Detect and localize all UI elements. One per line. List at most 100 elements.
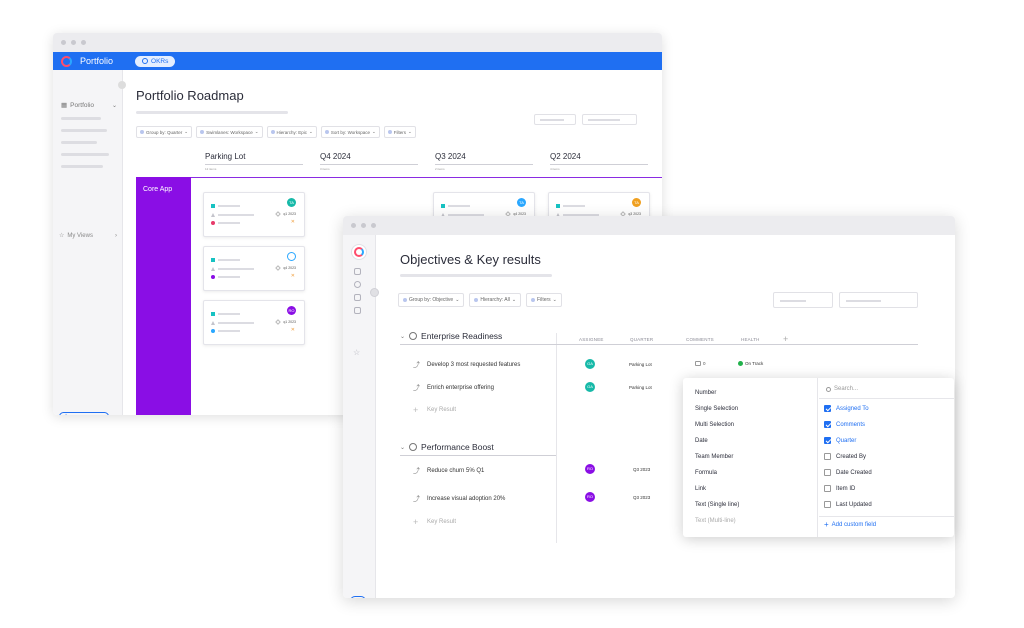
avatar[interactable]: GA [585,359,595,369]
sidebar-item[interactable] [61,129,107,132]
comments-cell[interactable]: 0 [695,361,706,366]
checkbox-checked-icon[interactable] [824,421,831,428]
field-type-option[interactable]: Date [695,438,708,444]
key-result-row[interactable]: ⤴ Develop 3 most requested features [413,360,520,370]
checkbox-icon[interactable] [824,501,831,508]
swimlane-icon [200,130,205,134]
checkbox-checked-icon[interactable] [824,437,831,444]
star-icon[interactable]: ☆ [353,348,360,357]
sidebar-portfolio-header[interactable]: ▦ Portfolio ⌄ [61,101,117,110]
group-by-filter[interactable]: Group by: Objective ⌄ [398,293,465,307]
quarter-cell[interactable]: Q3 2023 [633,495,650,500]
field-checkbox-option[interactable]: Quarter [824,437,856,444]
sort-by-filter[interactable]: Sort by: Workspace ⌄ [320,126,380,138]
sidebar-my-views[interactable]: ☆ My Views › [59,232,117,240]
column-header-health[interactable]: HEALTH [741,337,760,342]
sidebar-add-button[interactable]: + [59,412,109,415]
key-result-row[interactable]: ⤴ Enrich enterprise offering [413,383,494,393]
window-dot[interactable] [81,40,86,45]
toolbar-button[interactable] [839,292,918,308]
avatar[interactable]: GA [585,382,595,392]
window-dot[interactable] [61,40,66,45]
field-type-option[interactable]: Single Selection [695,406,738,412]
filters-button[interactable]: Filters ⌄ [526,293,562,307]
my-views-label: My Views [67,232,93,239]
target-icon[interactable] [354,281,361,288]
field-type-option[interactable]: Number [695,390,716,396]
field-checkbox-option[interactable]: Date Created [824,469,872,476]
checkbox-icon[interactable] [824,453,831,460]
sidebar-item[interactable] [61,165,103,168]
add-custom-field-button[interactable]: + Add custom field [824,520,876,529]
column-count: 3 items [320,167,330,171]
sidebar-collapse-button[interactable] [118,81,126,89]
hierarchy-filter[interactable]: Hierarchy: Epic ⌄ [266,126,317,138]
column-title: Q4 2024 [320,152,351,161]
objective-group-header[interactable]: ⌄ Enterprise Readiness [400,331,502,341]
field-checkbox-option[interactable]: Assigned To [824,405,869,412]
chevron-down-icon: ⌄ [400,444,406,451]
app-logo[interactable] [351,244,367,260]
health-cell[interactable]: On Track [738,361,763,366]
sidebar-collapse-button[interactable] [370,288,379,297]
add-key-result-button[interactable]: + Key Result [413,405,456,415]
quarter-cell[interactable]: Q3 2023 [633,467,650,472]
chart-icon[interactable] [354,307,361,314]
column-header-comments[interactable]: COMMENTS [686,337,714,342]
field-type-option[interactable]: Link [695,486,706,492]
sidebar-item[interactable] [61,141,97,144]
group-by-filter[interactable]: Group by: Quarter ⌄ [136,126,193,138]
plus-icon: + [413,517,419,527]
filters-button[interactable]: Filters ⌄ [383,126,416,138]
field-type-option[interactable]: Text (Multi-line) [695,518,736,524]
toolbar-button[interactable] [582,114,637,125]
hierarchy-filter[interactable]: Hierarchy: All ⌄ [469,293,522,307]
quarter-cell[interactable]: Parking Lot [629,385,652,390]
filter-label: Swimlanes: Workspace [206,129,253,135]
window-dot[interactable] [361,223,366,228]
sidebar-item[interactable] [61,117,101,120]
document-icon[interactable] [354,268,361,275]
swimlanes-filter[interactable]: Swimlanes: Workspace ⌄ [196,126,263,138]
okrs-button[interactable]: OKRs [135,55,176,67]
field-checkbox-option[interactable]: Item ID [824,485,855,492]
swimlane-label: Core App [136,177,191,415]
objective-title: Enterprise Readiness [421,331,503,341]
add-key-result-button[interactable]: + Key Result [413,517,456,527]
checkbox-icon[interactable] [824,469,831,476]
window-dot[interactable] [371,223,376,228]
field-checkbox-option[interactable]: Created By [824,453,866,460]
roadmap-card[interactable]: TA q1 2023 ✕ [203,192,305,237]
checkbox-icon[interactable] [824,485,831,492]
objective-group-header[interactable]: ⌄ Performance Boost [400,442,494,452]
window-dot[interactable] [71,40,76,45]
key-result-row[interactable]: ⤴ Reduce churn 5% Q1 [413,466,484,476]
column-header-quarter[interactable]: QUARTER [630,337,653,342]
add-column-button[interactable]: + [783,334,788,344]
sidebar-item[interactable] [61,153,109,156]
field-search-input[interactable]: Search... [826,386,858,392]
filter-label: Filters [393,129,407,135]
roadmap-card[interactable]: q4 2023 ✕ [203,246,305,291]
field-type-option[interactable]: Text (Single line) [695,502,739,508]
column-header-assignee[interactable]: ASSIGNEE [579,337,604,342]
field-type-option[interactable]: Formula [695,470,717,476]
list-icon[interactable] [354,294,361,301]
toolbar-button[interactable] [773,292,833,308]
plus-icon: + [824,520,829,529]
window-dot[interactable] [351,223,356,228]
window-chrome [343,216,955,235]
sidebar-add-button[interactable]: + [350,596,366,598]
field-checkbox-option[interactable]: Comments [824,421,865,428]
avatar[interactable]: RO [585,492,595,502]
field-checkbox-option[interactable]: Last Updated [824,501,872,508]
avatar[interactable]: RO [585,464,595,474]
quarter-cell[interactable]: Parking Lot [629,362,652,367]
key-result-row[interactable]: ⤴ Increase visual adoption 20% [413,494,505,504]
field-type-option[interactable]: Team Member [695,454,733,460]
app-logo-icon[interactable] [61,55,72,67]
toolbar-button[interactable] [534,114,576,125]
checkbox-checked-icon[interactable] [824,405,831,412]
field-type-option[interactable]: Multi Selection [695,422,734,428]
roadmap-card[interactable]: RO q1 2023 ✕ [203,300,305,345]
